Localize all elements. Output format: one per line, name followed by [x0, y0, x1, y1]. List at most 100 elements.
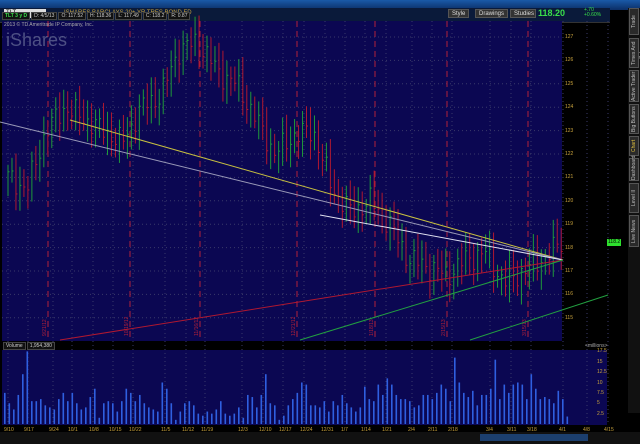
expiration-label: 2/15/13	[441, 319, 447, 336]
volume-bar	[67, 401, 69, 424]
price-tick: 119	[565, 221, 573, 228]
volume-bar	[22, 374, 24, 424]
volume-bar	[422, 394, 425, 424]
sidebar-tab[interactable]: Live News	[629, 215, 639, 247]
volume-bar	[287, 405, 290, 424]
volume-bar	[148, 407, 150, 424]
volume-bar	[454, 357, 456, 424]
volume-bar	[413, 407, 416, 424]
volume-bar	[467, 397, 470, 424]
volume-bar	[98, 417, 101, 424]
price-tick: 116	[565, 291, 573, 298]
volume-bar	[278, 419, 281, 424]
volume-bar	[256, 407, 258, 424]
sidebar-tab[interactable]: Active Trader	[629, 70, 639, 102]
volume-bar	[58, 399, 60, 424]
volume-bar	[211, 413, 213, 424]
price-tick: 124	[565, 104, 574, 111]
volume-bar	[368, 399, 371, 424]
volume-bar	[103, 403, 105, 424]
volume-bar	[386, 378, 389, 424]
volume-bar	[193, 405, 195, 424]
volume-bar	[337, 405, 339, 424]
volume-bar	[463, 392, 465, 424]
volume-bar	[391, 384, 393, 424]
volume-bar	[197, 413, 200, 424]
sidebar: Trade Times And Sales Active Trader Big But…	[628, 8, 640, 413]
volume-bar	[382, 394, 384, 424]
sidebar-tab[interactable]: Chart	[629, 136, 639, 156]
volume-bar	[440, 384, 443, 424]
volume-bar	[517, 382, 519, 424]
volume-bar	[139, 394, 141, 424]
volume-bar	[530, 374, 533, 424]
volume-bar	[350, 407, 353, 424]
expiration-label: 9/21/12	[42, 319, 48, 336]
sidebar-tab[interactable]: Big Buttons	[629, 104, 639, 134]
volume-bar	[220, 401, 222, 424]
chart-toolbar-bottom	[0, 432, 640, 444]
volume-bar	[458, 382, 461, 424]
volume-bar	[539, 399, 542, 424]
volume-bar	[4, 392, 6, 424]
sidebar-tab[interactable]: Level II	[629, 183, 639, 213]
scrollbar[interactable]	[480, 434, 588, 441]
volume-bar	[346, 403, 348, 424]
sidebar-tab[interactable]: Trade	[629, 8, 639, 35]
expiration-label: 10/19/12	[124, 316, 130, 336]
volume-bar	[476, 405, 479, 424]
copyright: 2013 © TD Ameritrade IP Company, Inc.	[4, 22, 94, 28]
volume-tick: 5	[597, 400, 600, 407]
volume-bar	[485, 394, 488, 424]
volume-bar	[107, 401, 110, 424]
volume-bar	[157, 411, 159, 424]
volume-bar	[143, 403, 146, 424]
volume-bar	[53, 409, 56, 424]
sidebar-tab[interactable]: Dashboard	[629, 156, 639, 181]
volume-bar	[233, 413, 236, 424]
expiration-label: 1/18/13	[369, 319, 375, 336]
volume-bar	[71, 392, 74, 424]
volume-bar	[116, 411, 119, 424]
volume-bar	[341, 394, 344, 424]
volume-bar	[35, 401, 38, 424]
volume-bar	[283, 415, 285, 424]
volume-bar	[85, 407, 87, 424]
volume-bar	[44, 405, 47, 424]
price-tick: 123	[565, 127, 574, 134]
volume-bar	[359, 407, 362, 424]
volume-bar	[526, 399, 528, 424]
volume-tick: 17.5	[597, 348, 607, 355]
volume-bar	[332, 401, 335, 424]
volume-bar	[305, 384, 308, 424]
volume-bar	[242, 417, 245, 424]
volume-bar	[130, 392, 132, 424]
volume-bar	[80, 409, 83, 424]
price-pane	[2, 21, 562, 341]
volume-label: Volume	[3, 342, 26, 350]
volume-tick: 7.5	[597, 389, 604, 396]
volume-bar	[481, 394, 483, 424]
volume-tick: 2.5	[597, 410, 604, 417]
volume-bar	[265, 374, 267, 424]
volume-bar	[125, 388, 128, 424]
volume-bar	[76, 403, 78, 424]
price-chart[interactable]: 9/21/12 10/19/12 11/16/12 12/21/12 1/18/13 2/…	[0, 0, 610, 444]
ishares-logo: iShares	[6, 30, 68, 50]
volume-bar	[445, 388, 447, 424]
volume-bar	[40, 399, 42, 424]
sidebar-tab[interactable]: Times And Sales	[629, 38, 640, 68]
volume-bar	[436, 392, 438, 424]
volume-bar	[427, 394, 429, 424]
volume-bar	[166, 388, 168, 424]
volume-bar	[364, 386, 366, 424]
volume-bar	[490, 388, 492, 424]
volume-bar	[179, 411, 182, 424]
volume-bar	[229, 415, 231, 424]
volume-bar	[274, 405, 276, 424]
volume-bar	[296, 392, 299, 424]
volume-bar	[310, 405, 312, 424]
volume-bar	[472, 390, 474, 424]
volume-bar	[175, 419, 177, 424]
volume-bar	[409, 401, 411, 424]
